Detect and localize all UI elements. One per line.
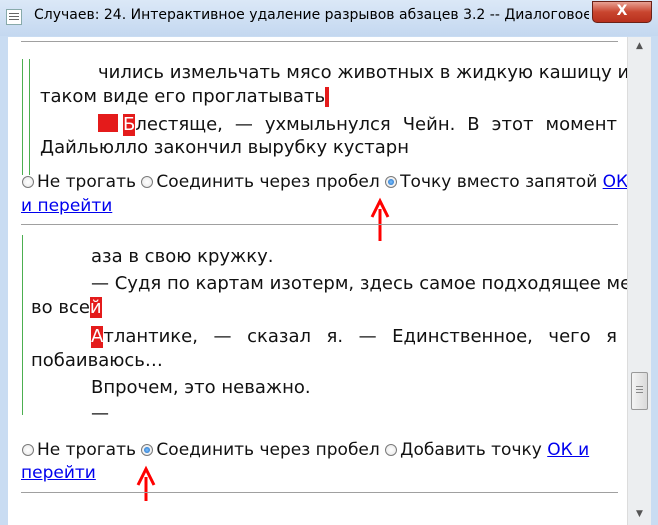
radio-join-space[interactable]: Соединить через пробел <box>141 172 380 192</box>
divider <box>21 492 618 493</box>
arrow-up-icon <box>136 465 156 501</box>
text-line: таком виде его проглатывать <box>40 86 330 108</box>
radio-icon <box>385 444 398 456</box>
radio-dot[interactable]: Добавить точку <box>385 440 542 460</box>
ok-link[interactable]: ОК <box>603 172 628 192</box>
dialog-content: чились измельчать мясо животных в жидкую… <box>8 37 651 525</box>
text-line: — <box>91 403 109 424</box>
app-icon <box>6 9 22 25</box>
text-line: аза в свою кружку. <box>91 246 274 267</box>
text-line: чились измельчать мясо животных в жидкую… <box>98 62 646 83</box>
text-line: побаиваюсь… <box>31 350 163 371</box>
radio-icon <box>385 176 398 188</box>
radio-leave[interactable]: Не трогать <box>22 440 136 460</box>
radio-icon <box>141 176 154 188</box>
go-link[interactable]: перейти <box>21 463 96 483</box>
scroll-down-icon[interactable]: ▼ <box>632 507 647 522</box>
text-line: во всей <box>31 297 102 318</box>
scroll-up-icon[interactable]: ▲ <box>632 39 647 54</box>
close-button[interactable]: X <box>592 1 652 23</box>
options-row: Не трогать Соединить через пробел Точку … <box>22 171 628 193</box>
margin-line <box>22 59 23 175</box>
margin-line <box>29 59 30 175</box>
divider <box>21 224 618 225</box>
text-line: Дайльюлло закончил вырубку кустарн <box>40 137 409 158</box>
radio-icon <box>141 444 154 456</box>
radio-icon <box>22 176 34 188</box>
options-row: Не трогать Соединить через пробел Добави… <box>22 439 589 461</box>
text-line: Атлантике, — сказал я. — Единственное, ч… <box>91 326 617 348</box>
text-line: — Судя по картам изотерм, здесь самое по… <box>91 273 651 294</box>
window-title: Случаев: 24. Интерактивное удаление разр… <box>34 7 589 23</box>
ok-link[interactable]: ОК и <box>547 440 589 460</box>
vertical-scrollbar[interactable]: ▲ ▼ <box>627 37 651 525</box>
scroll-thumb[interactable] <box>631 372 648 410</box>
break-marker <box>98 114 118 132</box>
divider <box>21 41 618 42</box>
radio-dot[interactable]: Точку вместо запятой <box>385 172 597 192</box>
title-bar: Случаев: 24. Интерактивное удаление разр… <box>0 0 658 36</box>
radio-join-space[interactable]: Соединить через пробел <box>141 440 380 460</box>
radio-icon <box>22 444 34 456</box>
break-marker <box>325 87 330 107</box>
text-line: Блестяще, — ухмыльнулся Чейн. В этот мом… <box>98 114 617 136</box>
radio-leave[interactable]: Не трогать <box>22 172 136 192</box>
margin-line <box>22 235 23 415</box>
arrow-up-icon <box>370 197 390 241</box>
text-line: Впрочем, это неважно. <box>91 377 311 398</box>
options-row: перейти <box>21 462 96 484</box>
options-row: и перейти <box>21 195 112 217</box>
go-link[interactable]: и перейти <box>21 196 112 216</box>
